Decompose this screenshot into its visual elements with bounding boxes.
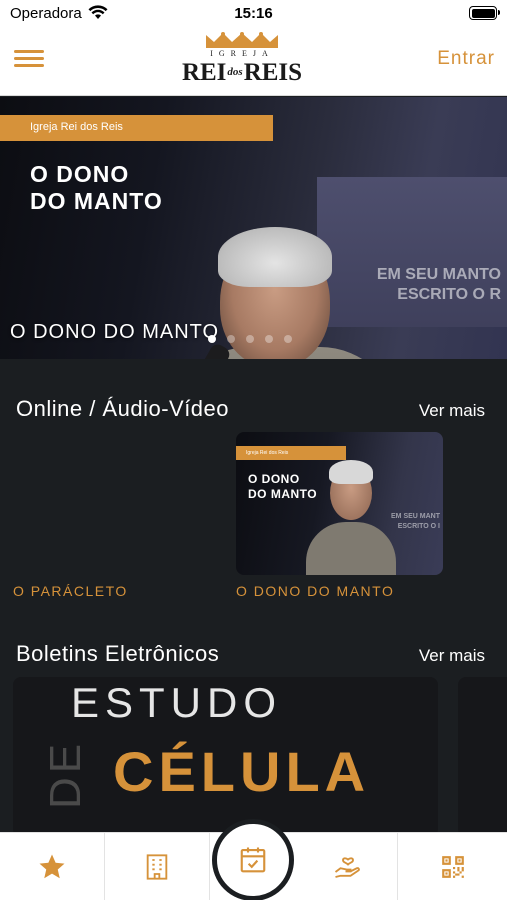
thumb-title: O DONO DO MANTO (248, 472, 318, 501)
hero-title: O DONO DO MANTO (30, 161, 163, 214)
tab-favorites[interactable] (0, 833, 105, 900)
media-thumbnail: EM SEU MANT ESCRITO O I Igreja Rei dos R… (236, 432, 443, 575)
carousel-dot[interactable] (284, 335, 292, 343)
bulletin-line3: CÉLULA (113, 740, 371, 803)
media-card-paracleto[interactable]: O PARÁCLETO (13, 432, 220, 602)
bulletins-see-more-link[interactable]: Ver mais (419, 646, 485, 666)
online-section-title: Online / Áudio-Vídeo (16, 396, 230, 421)
logo-name: REIdosREIS (181, 59, 303, 86)
battery-icon (469, 6, 500, 20)
media-card-label: O DONO DO MANTO (236, 583, 395, 599)
hero-tag: Igreja Rei dos Reis (0, 115, 273, 141)
tab-agenda[interactable] (212, 819, 294, 900)
church-logo: IGREJA REIdosREIS (176, 32, 308, 92)
logo-igreja-text: IGREJA (210, 49, 274, 58)
carousel-dot[interactable] (208, 335, 216, 343)
thumb-screen-text: EM SEU MANT ESCRITO O I (391, 513, 440, 530)
hero-caption: O DONO DO MANTO (10, 321, 220, 343)
carousel-dot[interactable] (246, 335, 254, 343)
carousel-dot[interactable] (265, 335, 273, 343)
thumb-tag: Igreja Rei dos Reis (236, 446, 346, 460)
tab-church[interactable] (105, 833, 210, 900)
calendar-check-icon (240, 847, 266, 873)
online-see-more-link[interactable]: Ver mais (419, 401, 485, 421)
tab-qr-code[interactable] (398, 833, 507, 900)
hamburger-menu-icon[interactable] (14, 46, 46, 74)
bulletin-card[interactable]: ESTUDO DE CÉLULA (13, 677, 438, 837)
bulletins-section-title: Boletins Eletrônicos (16, 641, 220, 666)
qr-code-icon (441, 856, 464, 878)
login-button[interactable]: Entrar (437, 48, 495, 70)
carousel-dot[interactable] (227, 335, 235, 343)
stage-screen-text: EM SEU MANTO ESCRITO O R (376, 266, 501, 303)
star-icon (39, 854, 65, 879)
bulletin-line1: ESTUDO (71, 679, 283, 726)
preacher-hair (218, 227, 332, 287)
building-icon (146, 854, 168, 880)
status-bar: Operadora 15:16 (0, 0, 507, 28)
app-header: IGREJA REIdosREIS Entrar (0, 28, 507, 96)
bulletin-line2: DE (498, 739, 507, 809)
tab-donations[interactable] (298, 833, 398, 900)
donation-hand-icon (334, 857, 360, 878)
carousel-dots (208, 330, 303, 348)
clock: 15:16 (234, 5, 273, 22)
bulletin-line2: DE (41, 739, 90, 809)
bottom-tab-bar (0, 819, 507, 900)
crown-icon (206, 32, 278, 48)
bulletin-card[interactable]: DE (458, 677, 507, 837)
hero-carousel[interactable]: EM SEU MANTO ESCRITO O R Igreja Rei dos … (0, 97, 507, 359)
media-card-label: O PARÁCLETO (13, 583, 128, 599)
media-card-dono-do-manto[interactable]: EM SEU MANT ESCRITO O I Igreja Rei dos R… (236, 432, 443, 602)
